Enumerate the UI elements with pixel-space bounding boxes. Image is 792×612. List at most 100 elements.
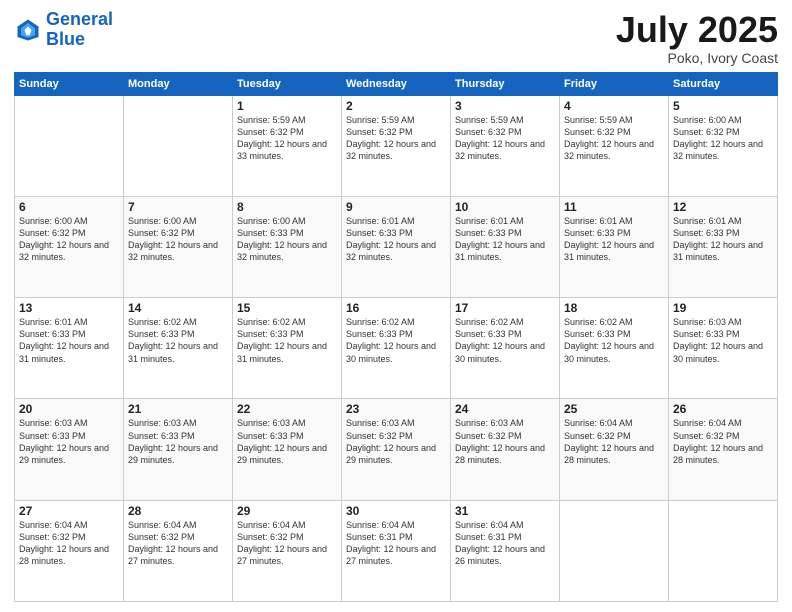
day-info: Sunrise: 5:59 AMSunset: 6:32 PMDaylight:…: [237, 114, 337, 163]
day-number: 16: [346, 301, 446, 315]
calendar-day-cell: 28Sunrise: 6:04 AMSunset: 6:32 PMDayligh…: [124, 500, 233, 601]
day-info: Sunrise: 6:04 AMSunset: 6:32 PMDaylight:…: [564, 417, 664, 466]
logo: General Blue: [14, 10, 113, 50]
day-info: Sunrise: 6:01 AMSunset: 6:33 PMDaylight:…: [673, 215, 773, 264]
day-number: 28: [128, 504, 228, 518]
calendar-day-cell: 24Sunrise: 6:03 AMSunset: 6:32 PMDayligh…: [451, 399, 560, 500]
calendar-day-cell: 27Sunrise: 6:04 AMSunset: 6:32 PMDayligh…: [15, 500, 124, 601]
day-info: Sunrise: 6:02 AMSunset: 6:33 PMDaylight:…: [346, 316, 446, 365]
day-number: 22: [237, 402, 337, 416]
calendar-day-cell: 8Sunrise: 6:00 AMSunset: 6:33 PMDaylight…: [233, 196, 342, 297]
day-number: 12: [673, 200, 773, 214]
day-info: Sunrise: 6:04 AMSunset: 6:31 PMDaylight:…: [455, 519, 555, 568]
logo-icon: [14, 16, 42, 44]
day-info: Sunrise: 6:02 AMSunset: 6:33 PMDaylight:…: [455, 316, 555, 365]
day-number: 27: [19, 504, 119, 518]
weekday-header: Friday: [560, 72, 669, 95]
day-info: Sunrise: 5:59 AMSunset: 6:32 PMDaylight:…: [346, 114, 446, 163]
page: General Blue July 2025 Poko, Ivory Coast…: [0, 0, 792, 612]
calendar-day-cell: 3Sunrise: 5:59 AMSunset: 6:32 PMDaylight…: [451, 95, 560, 196]
calendar-day-cell: 17Sunrise: 6:02 AMSunset: 6:33 PMDayligh…: [451, 298, 560, 399]
day-number: 25: [564, 402, 664, 416]
day-number: 2: [346, 99, 446, 113]
calendar-day-cell: 16Sunrise: 6:02 AMSunset: 6:33 PMDayligh…: [342, 298, 451, 399]
calendar-table: SundayMondayTuesdayWednesdayThursdayFrid…: [14, 72, 778, 602]
weekday-header: Sunday: [15, 72, 124, 95]
calendar-day-cell: 25Sunrise: 6:04 AMSunset: 6:32 PMDayligh…: [560, 399, 669, 500]
day-info: Sunrise: 6:01 AMSunset: 6:33 PMDaylight:…: [346, 215, 446, 264]
day-info: Sunrise: 6:04 AMSunset: 6:32 PMDaylight:…: [237, 519, 337, 568]
calendar-week-row: 20Sunrise: 6:03 AMSunset: 6:33 PMDayligh…: [15, 399, 778, 500]
day-number: 26: [673, 402, 773, 416]
location: Poko, Ivory Coast: [616, 50, 778, 66]
calendar-day-cell: 30Sunrise: 6:04 AMSunset: 6:31 PMDayligh…: [342, 500, 451, 601]
day-info: Sunrise: 6:01 AMSunset: 6:33 PMDaylight:…: [455, 215, 555, 264]
calendar-day-cell: 19Sunrise: 6:03 AMSunset: 6:33 PMDayligh…: [669, 298, 778, 399]
day-number: 24: [455, 402, 555, 416]
day-number: 10: [455, 200, 555, 214]
calendar-header-row: SundayMondayTuesdayWednesdayThursdayFrid…: [15, 72, 778, 95]
logo-text: General Blue: [46, 10, 113, 50]
calendar-day-cell: 18Sunrise: 6:02 AMSunset: 6:33 PMDayligh…: [560, 298, 669, 399]
weekday-header: Thursday: [451, 72, 560, 95]
day-info: Sunrise: 6:04 AMSunset: 6:32 PMDaylight:…: [128, 519, 228, 568]
calendar-day-cell: 29Sunrise: 6:04 AMSunset: 6:32 PMDayligh…: [233, 500, 342, 601]
calendar-week-row: 1Sunrise: 5:59 AMSunset: 6:32 PMDaylight…: [15, 95, 778, 196]
day-number: 13: [19, 301, 119, 315]
calendar-day-cell: 13Sunrise: 6:01 AMSunset: 6:33 PMDayligh…: [15, 298, 124, 399]
day-number: 19: [673, 301, 773, 315]
calendar-day-cell: 12Sunrise: 6:01 AMSunset: 6:33 PMDayligh…: [669, 196, 778, 297]
day-info: Sunrise: 6:00 AMSunset: 6:32 PMDaylight:…: [19, 215, 119, 264]
day-number: 15: [237, 301, 337, 315]
day-number: 17: [455, 301, 555, 315]
calendar-day-cell: 31Sunrise: 6:04 AMSunset: 6:31 PMDayligh…: [451, 500, 560, 601]
day-number: 29: [237, 504, 337, 518]
calendar-day-cell: 6Sunrise: 6:00 AMSunset: 6:32 PMDaylight…: [15, 196, 124, 297]
calendar-day-cell: [669, 500, 778, 601]
weekday-header: Monday: [124, 72, 233, 95]
day-number: 8: [237, 200, 337, 214]
day-info: Sunrise: 6:04 AMSunset: 6:31 PMDaylight:…: [346, 519, 446, 568]
day-info: Sunrise: 6:02 AMSunset: 6:33 PMDaylight:…: [237, 316, 337, 365]
calendar-day-cell: 23Sunrise: 6:03 AMSunset: 6:32 PMDayligh…: [342, 399, 451, 500]
calendar-day-cell: 26Sunrise: 6:04 AMSunset: 6:32 PMDayligh…: [669, 399, 778, 500]
day-info: Sunrise: 6:03 AMSunset: 6:32 PMDaylight:…: [455, 417, 555, 466]
day-info: Sunrise: 6:03 AMSunset: 6:33 PMDaylight:…: [237, 417, 337, 466]
calendar-week-row: 27 Sunrise: 6:04 AMSunset: 6:32 PMDayligh…: [15, 500, 778, 601]
day-number: 1: [237, 99, 337, 113]
calendar-week-row: 6Sunrise: 6:00 AMSunset: 6:32 PMDaylight…: [15, 196, 778, 297]
day-info: Sunrise: 6:04 AMSunset: 6:32 PMDaylight:…: [673, 417, 773, 466]
calendar-day-cell: 10Sunrise: 6:01 AMSunset: 6:33 PMDayligh…: [451, 196, 560, 297]
day-number: 4: [564, 99, 664, 113]
day-info: Sunrise: 6:00 AMSunset: 6:33 PMDaylight:…: [237, 215, 337, 264]
calendar-day-cell: [15, 95, 124, 196]
day-number: 7: [128, 200, 228, 214]
calendar-day-cell: 1Sunrise: 5:59 AMSunset: 6:32 PMDaylight…: [233, 95, 342, 196]
calendar-day-cell: 15Sunrise: 6:02 AMSunset: 6:33 PMDayligh…: [233, 298, 342, 399]
header: General Blue July 2025 Poko, Ivory Coast: [14, 10, 778, 66]
day-info: Sunrise: 6:00 AMSunset: 6:32 PMDaylight:…: [673, 114, 773, 163]
calendar-day-cell: 14Sunrise: 6:02 AMSunset: 6:33 PMDayligh…: [124, 298, 233, 399]
calendar-day-cell: 9Sunrise: 6:01 AMSunset: 6:33 PMDaylight…: [342, 196, 451, 297]
calendar-day-cell: 20Sunrise: 6:03 AMSunset: 6:33 PMDayligh…: [15, 399, 124, 500]
day-info: Sunrise: 6:03 AMSunset: 6:33 PMDaylight:…: [19, 417, 119, 466]
day-number: 18: [564, 301, 664, 315]
title-block: July 2025 Poko, Ivory Coast: [616, 10, 778, 66]
day-info: Sunrise: 6:01 AMSunset: 6:33 PMDaylight:…: [564, 215, 664, 264]
day-number: 31: [455, 504, 555, 518]
calendar-day-cell: 7Sunrise: 6:00 AMSunset: 6:32 PMDaylight…: [124, 196, 233, 297]
weekday-header: Wednesday: [342, 72, 451, 95]
day-info: Sunrise: 6:03 AMSunset: 6:33 PMDaylight:…: [673, 316, 773, 365]
day-info: Sunrise: 5:59 AMSunset: 6:32 PMDaylight:…: [455, 114, 555, 163]
day-info: Sunrise: 6:02 AMSunset: 6:33 PMDaylight:…: [128, 316, 228, 365]
calendar-day-cell: 22Sunrise: 6:03 AMSunset: 6:33 PMDayligh…: [233, 399, 342, 500]
calendar-day-cell: 21Sunrise: 6:03 AMSunset: 6:33 PMDayligh…: [124, 399, 233, 500]
day-info: Sunrise: 5:59 AMSunset: 6:32 PMDaylight:…: [564, 114, 664, 163]
day-number: 9: [346, 200, 446, 214]
day-number: 5: [673, 99, 773, 113]
day-number: 21: [128, 402, 228, 416]
calendar-day-cell: [124, 95, 233, 196]
day-info: Sunrise: 6:01 AMSunset: 6:33 PMDaylight:…: [19, 316, 119, 365]
day-info: Sunrise: 6:00 AMSunset: 6:32 PMDaylight:…: [128, 215, 228, 264]
day-info: Sunrise: 6:02 AMSunset: 6:33 PMDaylight:…: [564, 316, 664, 365]
